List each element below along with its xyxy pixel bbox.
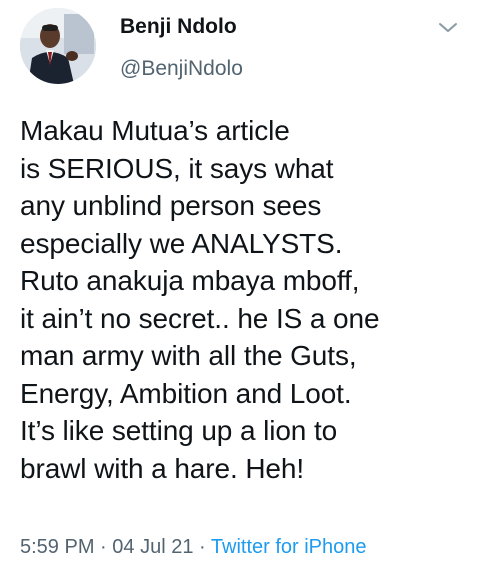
meta-separator: ·: [199, 536, 206, 558]
source-link[interactable]: Twitter for iPhone: [211, 536, 367, 558]
tweet-line: Energy, Ambition and Loot.: [20, 377, 352, 409]
avatar[interactable]: [20, 8, 96, 84]
author-block: Benji Ndolo @BenjiNdolo: [120, 14, 243, 82]
tweet-date[interactable]: 04 Jul 21: [112, 536, 193, 558]
tweet-line: Makau Mutua’s article: [20, 115, 290, 146]
handle[interactable]: @BenjiNdolo: [120, 56, 243, 82]
chevron-down-icon[interactable]: [436, 20, 460, 36]
tweet-text: Makau Mutua’s article is SERIOUS, it say…: [20, 112, 470, 487]
tweet-line: brawl with a hare. Heh!: [20, 452, 305, 484]
meta-separator: ·: [100, 536, 107, 558]
tweet-line: Ruto anakuja mbaya mboff,: [20, 265, 360, 296]
tweet-line: it ain’t no secret.. he IS a one: [20, 302, 380, 334]
tweet-card: Benji Ndolo @BenjiNdolo Makau Mutua’s ar…: [0, 0, 480, 575]
display-name[interactable]: Benji Ndolo: [120, 14, 243, 40]
tweet-line: man army with all the Guts,: [20, 340, 357, 371]
tweet-line: It’s like setting up a lion to: [20, 415, 338, 446]
tweet-line: especially we ANALYSTS.: [20, 227, 343, 259]
tweet-time[interactable]: 5:59 PM: [20, 536, 94, 558]
tweet-line: is SERIOUS, it says what: [20, 152, 334, 184]
tweet-line: any unblind person sees: [20, 190, 322, 221]
profile-photo-icon: [20, 8, 96, 84]
tweet-meta: 5:59 PM · 04 Jul 21 · Twitter for iPhone: [20, 533, 367, 561]
